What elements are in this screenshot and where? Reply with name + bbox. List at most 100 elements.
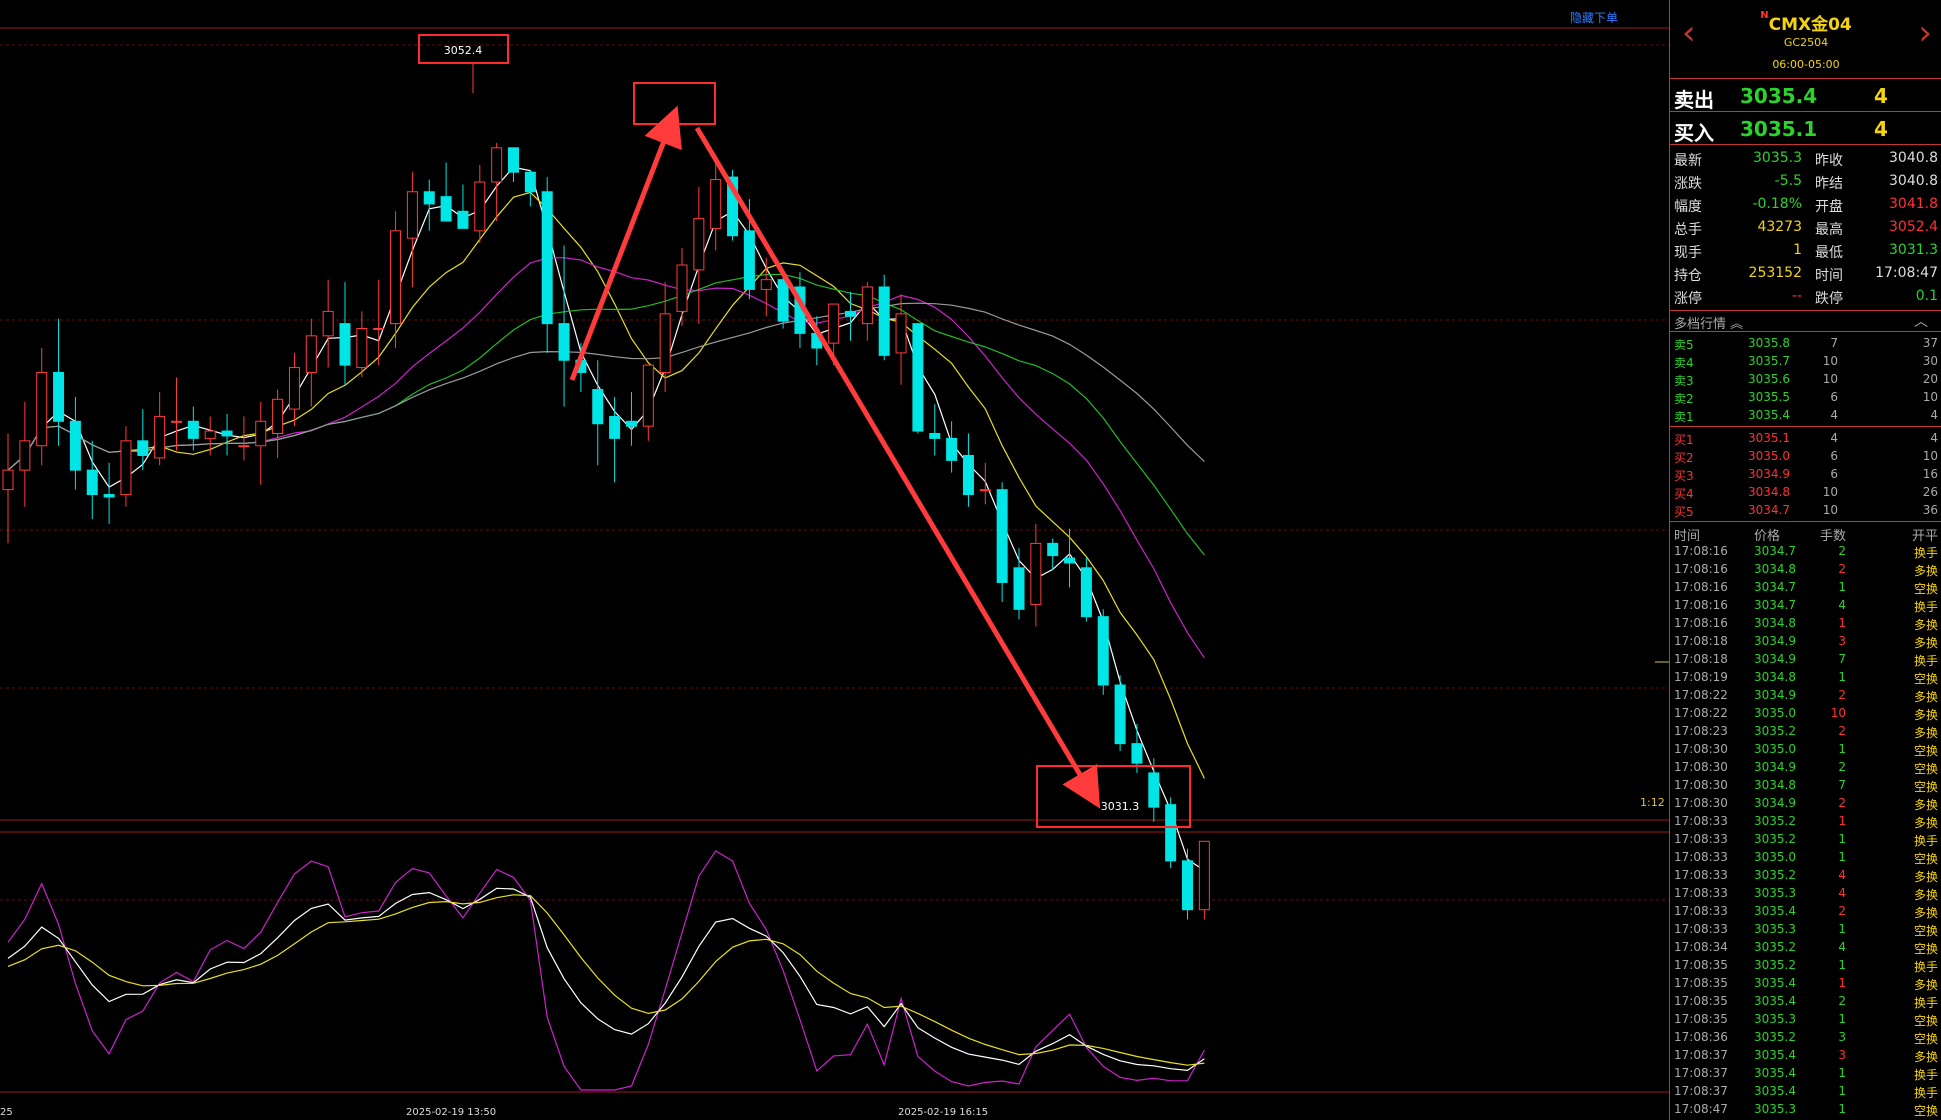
tick-row[interactable]: 17:08:22 3034.9 2 多换 <box>1670 686 1941 704</box>
candle-body <box>356 327 368 369</box>
bid-row[interactable]: 买4 3034.8 10 26 <box>1670 483 1941 501</box>
expand-icon[interactable]: ︽ <box>1730 317 1743 332</box>
tick-row[interactable]: 17:08:37 3035.4 3 多换 <box>1670 1046 1941 1064</box>
tick-volume: 2 <box>1838 724 1846 738</box>
tick-row[interactable]: 17:08:35 3035.4 1 多换 <box>1670 974 1941 992</box>
hide-order-link[interactable]: 隐藏下单 <box>1570 9 1618 26</box>
candle-body <box>137 440 149 456</box>
tick-row[interactable]: 17:08:16 3034.7 4 换手 <box>1670 596 1941 614</box>
bid-row[interactable]: 买3 3034.9 6 16 <box>1670 465 1941 483</box>
quote-row: 涨跌 -5.5 昨结 3040.8 <box>1670 170 1941 193</box>
quote-label: 涨跌 <box>1674 176 1702 192</box>
ask-row[interactable]: 卖5 3035.8 7 37 <box>1670 334 1941 352</box>
tick-volume: 2 <box>1838 994 1846 1008</box>
tick-row[interactable]: 17:08:36 3035.2 3 空换 <box>1670 1028 1941 1046</box>
candle-body <box>69 420 81 471</box>
tick-row[interactable]: 17:08:37 3035.4 1 换手 <box>1670 1064 1941 1082</box>
candle-body <box>592 389 604 425</box>
candle-body <box>1030 542 1042 605</box>
next-symbol-icon[interactable]: › <box>1918 16 1932 50</box>
tick-row[interactable]: 17:08:33 3035.2 1 多换 <box>1670 812 1941 830</box>
tick-time: 17:08:35 <box>1674 976 1728 990</box>
sell-row[interactable]: 卖出 3035.4 4 <box>1670 79 1941 112</box>
tick-volume: 7 <box>1838 652 1846 666</box>
tick-kind: 多换 <box>1913 1050 1938 1064</box>
tick-price: 3034.7 <box>1754 598 1796 612</box>
candle-body <box>642 364 654 427</box>
tick-kind: 空换 <box>1913 672 1938 686</box>
sell-label: 卖出 <box>1674 88 1714 112</box>
tick-kind: 多换 <box>1913 870 1938 884</box>
tick-row[interactable]: 17:08:34 3035.2 4 空换 <box>1670 938 1941 956</box>
depth-level-label: 卖3 <box>1674 374 1694 388</box>
ask-levels: 卖5 3035.8 7 37 卖4 3035.7 10 30 卖3 3035.6 10 20 卖2 303… <box>1670 332 1941 427</box>
bid-row[interactable]: 买5 3034.7 10 36 <box>1670 501 1941 519</box>
tick-row[interactable]: 17:08:33 3035.0 1 空换 <box>1670 848 1941 866</box>
tick-row[interactable]: 17:08:35 3035.3 1 空换 <box>1670 1010 1941 1028</box>
quote-value: -0.18% <box>1752 196 1802 212</box>
tick-row[interactable]: 17:08:18 3034.9 3 多换 <box>1670 632 1941 650</box>
tick-row[interactable]: 17:08:33 3035.2 1 换手 <box>1670 830 1941 848</box>
buy-row[interactable]: 买入 3035.1 4 <box>1670 112 1941 145</box>
candle-body <box>187 420 199 439</box>
tick-row[interactable]: 17:08:30 3034.9 2 空换 <box>1670 758 1941 776</box>
tick-row[interactable]: 17:08:30 3035.0 1 空换 <box>1670 740 1941 758</box>
tick-row[interactable]: 17:08:37 3035.4 1 换手 <box>1670 1082 1941 1100</box>
ticks-list[interactable]: 17:08:16 3034.7 2 换手 17:08:16 3034.8 2 多换 17:08:… <box>1670 542 1941 1118</box>
quote-value: 3031.3 <box>1889 242 1938 258</box>
tick-time: 17:08:35 <box>1674 958 1728 972</box>
tick-row[interactable]: 17:08:19 3034.8 1 空换 <box>1670 668 1941 686</box>
tick-volume: 1 <box>1838 616 1846 630</box>
depth-qty: 7 <box>1830 336 1838 350</box>
tick-price: 3034.9 <box>1754 634 1796 648</box>
tick-volume: 2 <box>1838 688 1846 702</box>
tick-row[interactable]: 17:08:16 3034.7 2 换手 <box>1670 542 1941 560</box>
bid-row[interactable]: 买2 3035.0 6 10 <box>1670 447 1941 465</box>
tick-row[interactable]: 17:08:33 3035.4 2 多换 <box>1670 902 1941 920</box>
tick-row[interactable]: 17:08:16 3034.8 1 多换 <box>1670 614 1941 632</box>
tick-price: 3034.8 <box>1754 562 1796 576</box>
depth-price: 3034.8 <box>1748 485 1790 499</box>
quote-row: 涨停 -- 跌停 0.1 <box>1670 285 1941 308</box>
tick-row[interactable]: 17:08:47 3035.3 1 空换 <box>1670 1100 1941 1118</box>
ask-row[interactable]: 卖4 3035.7 10 30 <box>1670 352 1941 370</box>
new-marker: N <box>1760 10 1769 21</box>
tick-row[interactable]: 17:08:33 3035.3 1 空换 <box>1670 920 1941 938</box>
tick-row[interactable]: 17:08:16 3034.7 1 空换 <box>1670 578 1941 596</box>
depth-qty: 6 <box>1830 467 1838 481</box>
depth-qty: 10 <box>1822 354 1838 368</box>
candlestick-chart[interactable]: 3052.4 3031.3 隐藏下单 1:12 25 2025-02-19 13:… <box>0 0 1669 1120</box>
tick-row[interactable]: 17:08:30 3034.8 7 空换 <box>1670 776 1941 794</box>
candle-body <box>53 371 65 422</box>
tick-price: 3035.4 <box>1754 904 1796 918</box>
candle-body <box>1080 567 1092 618</box>
depth-level-label: 卖1 <box>1674 410 1694 424</box>
ask-row[interactable]: 卖1 3035.4 4 4 <box>1670 406 1941 424</box>
tick-row[interactable]: 17:08:33 3035.3 4 多换 <box>1670 884 1941 902</box>
price-chart-svg[interactable]: 3052.4 3031.3 <box>0 0 1669 1120</box>
tick-row[interactable]: 17:08:35 3035.4 2 换手 <box>1670 992 1941 1010</box>
tick-kind: 空换 <box>1913 924 1938 938</box>
tick-price: 3034.9 <box>1754 760 1796 774</box>
tick-time: 17:08:37 <box>1674 1048 1728 1062</box>
tick-time: 17:08:33 <box>1674 922 1728 936</box>
ask-row[interactable]: 卖3 3035.6 10 20 <box>1670 370 1941 388</box>
depth-header[interactable]: 多档行情 ︽ ︿ <box>1670 311 1941 332</box>
tick-kind: 空换 <box>1913 1104 1938 1118</box>
tick-row[interactable]: 17:08:35 3035.2 1 换手 <box>1670 956 1941 974</box>
tick-row[interactable]: 17:08:16 3034.8 2 多换 <box>1670 560 1941 578</box>
tick-row[interactable]: 17:08:23 3035.2 2 多换 <box>1670 722 1941 740</box>
collapse-icon[interactable]: ︿ <box>1914 311 1928 331</box>
tick-row[interactable]: 17:08:30 3034.9 2 多换 <box>1670 794 1941 812</box>
tick-row[interactable]: 17:08:18 3034.9 7 换手 <box>1670 650 1941 668</box>
tick-kind: 空换 <box>1913 744 1938 758</box>
tick-price: 3035.3 <box>1754 886 1796 900</box>
candle-body <box>120 440 132 496</box>
bid-row[interactable]: 买1 3035.1 4 4 <box>1670 429 1941 447</box>
tick-kind: 空换 <box>1913 780 1938 794</box>
tick-row[interactable]: 17:08:22 3035.0 10 多换 <box>1670 704 1941 722</box>
ask-row[interactable]: 卖2 3035.5 6 10 <box>1670 388 1941 406</box>
quote-label: 跌停 <box>1815 291 1843 307</box>
tick-kind: 多换 <box>1913 636 1938 650</box>
tick-row[interactable]: 17:08:33 3035.2 4 多换 <box>1670 866 1941 884</box>
